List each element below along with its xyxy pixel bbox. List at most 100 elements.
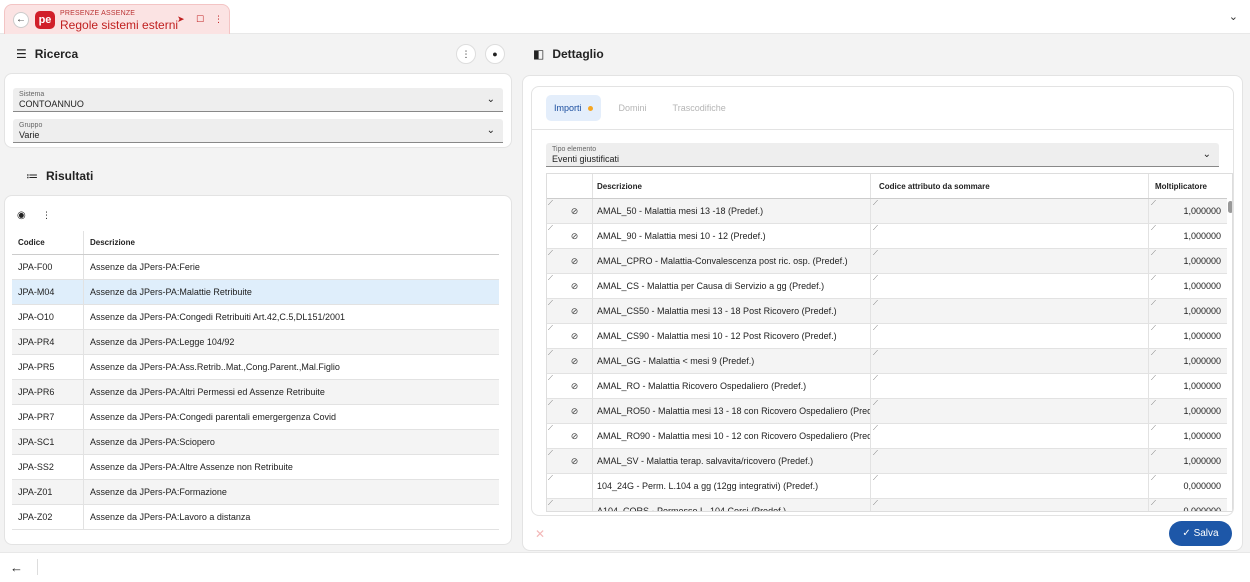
column-header-codice-attributo[interactable]: Codice attributo da sommare xyxy=(871,174,1149,198)
back-icon[interactable]: ← xyxy=(13,12,29,28)
cell-moltiplicatore[interactable]: ⟋ 1,000000 xyxy=(1149,249,1227,273)
cell-moltiplicatore[interactable]: ⟋ 0,000000 xyxy=(1149,499,1227,511)
table-row[interactable]: ⟋ A104_CORS - Permesso L. 104 Corsi (Pred… xyxy=(547,499,1227,511)
search-menu-button[interactable]: ⋮ xyxy=(456,44,476,64)
cell-codice-attributo[interactable]: ⟋ xyxy=(871,274,1149,298)
bookmark-icon[interactable]: ☐ xyxy=(196,14,204,25)
cell-select[interactable]: ⟋ ⊘ xyxy=(547,349,593,373)
cell-codice-attributo[interactable]: ⟋ xyxy=(871,349,1149,373)
table-row[interactable]: ⟋ ⊘ AMAL_RO90 - Malattia mesi 10 - 12 con … xyxy=(547,424,1227,449)
cell-select[interactable]: ⟋ ⊘ xyxy=(547,399,593,423)
table-row[interactable]: ⟋ ⊘ AMAL_CS50 - Malattia mesi 13 - 18 Post… xyxy=(547,299,1227,324)
cell-select[interactable]: ⟋ ⊘ xyxy=(547,249,593,273)
column-header-descrizione[interactable]: Descrizione xyxy=(593,174,871,198)
cell-moltiplicatore[interactable]: ⟋ 1,000000 xyxy=(1149,349,1227,373)
table-row[interactable]: ⟋ ⊘ AMAL_CS - Malattia per Causa di Serviz… xyxy=(547,274,1227,299)
cell-moltiplicatore[interactable]: ⟋ 1,000000 xyxy=(1149,374,1227,398)
table-row[interactable]: JPA-PR7 Assenze da JPers-PA:Congedi paren… xyxy=(12,405,499,430)
cell-codice-attributo[interactable]: ⟋ xyxy=(871,424,1149,448)
table-row[interactable]: ⟋ ⊘ AMAL_RO50 - Malattia mesi 13 - 18 con … xyxy=(547,399,1227,424)
column-header-codice[interactable]: Codice xyxy=(12,231,84,254)
table-row[interactable]: ⟋ ⊘ AMAL_CPRO - Malattia-Convalescenza pos… xyxy=(547,249,1227,274)
check-circle-icon[interactable]: ⊘ xyxy=(571,281,579,292)
chevron-down-icon[interactable]: ⌄ xyxy=(487,94,495,105)
cell-moltiplicatore[interactable]: ⟋ 1,000000 xyxy=(1149,324,1227,348)
cell-select[interactable]: ⟋ ⊘ xyxy=(547,449,593,473)
tab-importi[interactable]: Importi xyxy=(546,95,601,121)
tab-domini[interactable]: Domini xyxy=(611,95,655,121)
table-row[interactable]: ⟋ ⊘ AMAL_50 - Malattia mesi 13 -18 (Predef… xyxy=(547,199,1227,224)
cell-select[interactable]: ⟋ ⊘ xyxy=(547,224,593,248)
cell-moltiplicatore[interactable]: ⟋ 1,000000 xyxy=(1149,274,1227,298)
table-row[interactable]: JPA-F00 Assenze da JPers-PA:Ferie xyxy=(12,255,499,280)
cell-codice-attributo[interactable]: ⟋ xyxy=(871,324,1149,348)
gruppo-select[interactable]: Gruppo Varie ⌄ xyxy=(13,119,503,143)
save-button[interactable]: ✓ Salva xyxy=(1169,521,1232,546)
column-header-descrizione[interactable]: Descrizione xyxy=(84,238,135,247)
chevron-down-icon[interactable]: ⌄ xyxy=(487,125,495,136)
chevron-down-icon[interactable]: ⌄ xyxy=(1203,149,1211,160)
cell-codice-attributo[interactable]: ⟋ xyxy=(871,499,1149,511)
check-circle-icon[interactable]: ⊘ xyxy=(571,206,579,217)
check-circle-icon[interactable]: ⊘ xyxy=(571,456,579,467)
table-row[interactable]: ⟋ ⊘ AMAL_GG - Malattia < mesi 9 (Predef.) ⟋… xyxy=(547,349,1227,374)
check-circle-icon[interactable]: ⊘ xyxy=(571,381,579,392)
table-row[interactable]: JPA-M04 Assenze da JPers-PA:Malattie Retr… xyxy=(12,280,499,305)
cell-select[interactable]: ⟋ ⊘ xyxy=(547,299,593,323)
cell-moltiplicatore[interactable]: ⟋ 1,000000 xyxy=(1149,399,1227,423)
chevron-down-icon[interactable]: ⌄ xyxy=(1229,10,1238,23)
table-row[interactable]: ⟋ ⊘ AMAL_CS90 - Malattia mesi 10 - 12 Post… xyxy=(547,324,1227,349)
tab-trascodifiche[interactable]: Trascodifiche xyxy=(665,95,734,121)
cell-codice-attributo[interactable]: ⟋ xyxy=(871,249,1149,273)
cell-select[interactable]: ⟋ ⊘ xyxy=(547,374,593,398)
check-circle-icon[interactable]: ⊘ xyxy=(571,356,579,367)
cell-codice-attributo[interactable]: ⟋ xyxy=(871,374,1149,398)
kebab-icon[interactable]: ⋮ xyxy=(42,210,51,221)
table-row[interactable]: ⟋ ⊘ AMAL_90 - Malattia mesi 10 - 12 (Prede… xyxy=(547,224,1227,249)
check-circle-icon[interactable]: ⊘ xyxy=(571,331,579,342)
cell-codice-attributo[interactable]: ⟋ xyxy=(871,449,1149,473)
table-row[interactable]: ⟋ ⊘ AMAL_SV - Malattia terap. salvavita/ri… xyxy=(547,449,1227,474)
check-circle-icon[interactable]: ⊘ xyxy=(571,231,579,242)
cell-codice-attributo[interactable]: ⟋ xyxy=(871,199,1149,223)
cell-select[interactable]: ⟋ ⊘ xyxy=(547,424,593,448)
table-row[interactable]: JPA-Z01 Assenze da JPers-PA:Formazione xyxy=(12,480,499,505)
back-arrow-icon[interactable]: ← xyxy=(10,560,23,575)
table-row[interactable]: ⟋ ⊘ AMAL_RO - Malattia Ricovero Ospedalier… xyxy=(547,374,1227,399)
detail-scrollbar[interactable] xyxy=(1228,201,1232,213)
check-circle-icon[interactable]: ⊘ xyxy=(571,406,579,417)
cell-codice-attributo[interactable]: ⟋ xyxy=(871,224,1149,248)
cell-codice-attributo[interactable]: ⟋ xyxy=(871,399,1149,423)
cell-select[interactable]: ⟋ ⊘ xyxy=(547,199,593,223)
table-row[interactable]: JPA-PR6 Assenze da JPers-PA:Altri Permess… xyxy=(12,380,499,405)
cell-select[interactable]: ⟋ ⊘ xyxy=(547,324,593,348)
cell-select[interactable]: ⟋ xyxy=(547,474,593,498)
kebab-icon[interactable]: ⋮ xyxy=(214,14,223,25)
check-circle-icon[interactable]: ⊘ xyxy=(571,306,579,317)
table-row[interactable]: JPA-O10 Assenze da JPers-PA:Congedi Retri… xyxy=(12,305,499,330)
column-header-moltiplicatore[interactable]: Moltiplicatore xyxy=(1149,174,1227,198)
check-circle-icon[interactable]: ⊘ xyxy=(571,256,579,267)
cell-select[interactable]: ⟋ xyxy=(547,499,593,511)
cell-moltiplicatore[interactable]: ⟋ 1,000000 xyxy=(1149,424,1227,448)
check-circle-icon[interactable]: ⊘ xyxy=(571,431,579,442)
table-row[interactable]: JPA-Z02 Assenze da JPers-PA:Lavoro a dist… xyxy=(12,505,499,530)
table-row[interactable]: JPA-SS2 Assenze da JPers-PA:Altre Assenze… xyxy=(12,455,499,480)
eye-icon[interactable]: ◉ xyxy=(17,210,26,221)
pin-icon[interactable]: ➤ xyxy=(177,14,185,25)
cell-moltiplicatore[interactable]: ⟋ 1,000000 xyxy=(1149,449,1227,473)
cell-moltiplicatore[interactable]: ⟋ 1,000000 xyxy=(1149,199,1227,223)
table-row[interactable]: JPA-PR5 Assenze da JPers-PA:Ass.Retrib..M… xyxy=(12,355,499,380)
table-row[interactable]: JPA-PR4 Assenze da JPers-PA:Legge 104/92 xyxy=(12,330,499,355)
cell-moltiplicatore[interactable]: ⟋ 0,000000 xyxy=(1149,474,1227,498)
search-toggle-button[interactable]: ● xyxy=(485,44,505,64)
close-icon[interactable]: ✕ xyxy=(535,527,545,541)
tipo-elemento-select[interactable]: Tipo elemento Eventi giustificati ⌄ xyxy=(546,143,1219,167)
cell-select[interactable]: ⟋ ⊘ xyxy=(547,274,593,298)
sistema-select[interactable]: Sistema CONTOANNUO ⌄ xyxy=(13,88,503,112)
table-row[interactable]: ⟋ 104_24G - Perm. L.104 a gg (12gg integr… xyxy=(547,474,1227,499)
cell-codice-attributo[interactable]: ⟋ xyxy=(871,474,1149,498)
cell-moltiplicatore[interactable]: ⟋ 1,000000 xyxy=(1149,299,1227,323)
app-tab[interactable]: ← pe PRESENZE ASSENZE Regole sistemi est… xyxy=(4,4,230,34)
table-row[interactable]: JPA-SC1 Assenze da JPers-PA:Sciopero xyxy=(12,430,499,455)
